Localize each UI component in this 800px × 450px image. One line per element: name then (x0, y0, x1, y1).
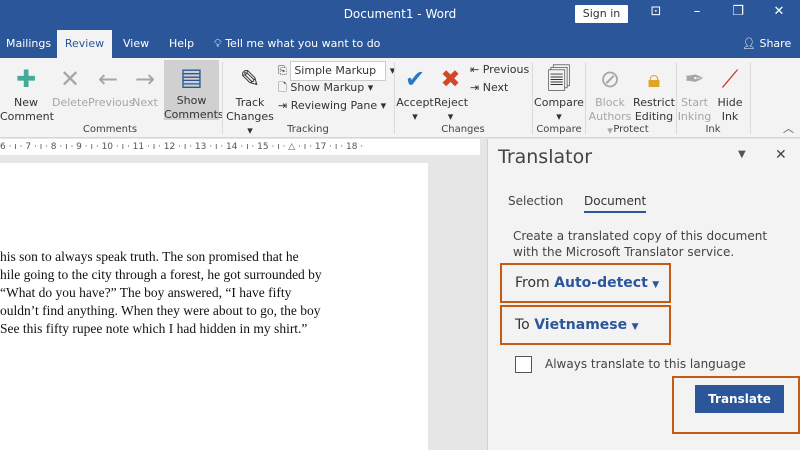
translator-pane: Translator ▼ ✕ Selection Document Create… (487, 139, 800, 450)
next-comment-button[interactable]: → Next (128, 62, 162, 110)
lightbulb-icon: 💡︎ (214, 37, 222, 50)
new-comment-button[interactable]: ✚ New Comment (0, 62, 54, 124)
always-translate-checkbox[interactable] (515, 356, 532, 373)
previous-comment-button[interactable]: ← Previous (88, 62, 135, 110)
group-label-protect: Protect (613, 124, 649, 135)
tell-me-search[interactable]: 💡︎ Tell me what you want to do (208, 30, 386, 58)
delete-icon: ✕ (59, 65, 81, 93)
show-comments-icon: ▤ (180, 63, 203, 91)
document-page[interactable]: his son to always speak truth. The son p… (0, 163, 428, 450)
collapse-ribbon-icon[interactable]: ︿ (783, 120, 794, 136)
arrow-right-icon: → (134, 65, 156, 93)
show-markup-button[interactable]: 🗋︎ Show Markup ▾ (278, 79, 373, 97)
divider (394, 62, 395, 134)
document-line: See this fifty rupee note which I had hi… (0, 321, 308, 336)
markup-select[interactable]: ⎘ Simple Markup ▾ (278, 61, 395, 81)
divider (585, 62, 586, 134)
always-translate-label: Always translate to this language (545, 357, 746, 371)
accept-check-icon: ✔ (404, 65, 426, 93)
tab-review[interactable]: Review (57, 30, 112, 58)
window-title: Document1 - Word (343, 7, 457, 21)
chevron-down-icon: ▼ (631, 322, 639, 332)
tab-document[interactable]: Document (584, 194, 647, 213)
hide-ink-button[interactable]: ⟋ Hide Ink (712, 62, 748, 124)
block-authors-icon: ⊘ (599, 65, 621, 93)
document-line: his son to always speak truth. The son p… (0, 249, 299, 264)
delete-comment-button[interactable]: ✕ Delete (52, 62, 88, 110)
document-line: hile going to the city through a forest,… (0, 267, 322, 282)
compare-button[interactable]: 🗐︎ Compare ▾ (533, 62, 585, 124)
title-bar: Document1 - Word Sign in ⊡ – ❐ ✕ Mailing… (0, 0, 800, 58)
translate-button[interactable]: Translate (695, 385, 784, 413)
group-label-changes: Changes (441, 124, 485, 135)
from-label: From (515, 275, 550, 291)
from-language-dropdown[interactable]: From Auto-detect ▼ (500, 263, 671, 303)
ribbon-display-options-icon[interactable]: ⊡ (646, 4, 666, 19)
pane-options-icon[interactable]: ▼ (738, 149, 746, 160)
previous-change-button[interactable]: ⇤ Previous (470, 61, 529, 79)
horizontal-ruler[interactable]: 6 · ı · 7 · ı · 8 · ı · 9 · ı · 10 · ı ·… (0, 139, 480, 155)
to-label: To (515, 317, 530, 333)
arrow-left-icon: ← (97, 65, 119, 93)
reviewing-pane-button[interactable]: ⇥ Reviewing Pane ▾ (278, 97, 386, 115)
group-label-comments: Comments (82, 124, 138, 135)
tab-selection[interactable]: Selection (508, 194, 563, 208)
to-language-dropdown[interactable]: To Vietnamese ▼ (500, 305, 671, 345)
compare-icon: 🗐︎ (547, 65, 571, 93)
divider (222, 62, 223, 134)
reject-x-icon: ✖ (440, 65, 461, 93)
close-window-icon[interactable]: ✕ (769, 4, 789, 19)
new-comment-icon: ✚ (15, 65, 37, 93)
group-label-tracking: Tracking (287, 124, 329, 135)
chevron-down-icon: ▼ (652, 280, 660, 290)
document-line: ouldn’t find anything. When they were ab… (0, 303, 321, 318)
group-label-compare: Compare (536, 124, 582, 135)
accept-button[interactable]: ✔ Accept ▾ (396, 62, 434, 124)
group-label-ink: Ink (705, 124, 721, 135)
show-comments-button[interactable]: ▤ Show Comments (164, 60, 224, 121)
share-button[interactable]: 👤︎ Share (736, 30, 797, 58)
reject-button[interactable]: ✖ Reject ▾ (434, 62, 468, 124)
divider (750, 62, 751, 134)
description: Create a translated copy of this documen… (513, 229, 768, 259)
hide-ink-icon: ⟋ (721, 65, 739, 93)
tab-mailings[interactable]: Mailings (0, 30, 57, 58)
track-changes-icon: ✎ (239, 65, 261, 93)
tab-view[interactable]: View (117, 30, 155, 58)
tab-help[interactable]: Help (163, 30, 200, 58)
to-value: Vietnamese (534, 317, 628, 333)
restrict-editing-button[interactable]: 🔒︎ Restrict Editing (633, 62, 675, 124)
pane-close-icon[interactable]: ✕ (775, 147, 787, 163)
next-change-button[interactable]: ⇥ Next (470, 79, 508, 97)
lock-icon: 🔒︎ (647, 65, 661, 93)
person-icon: 👤︎ (742, 37, 756, 50)
pane-title: Translator (498, 146, 593, 168)
markup-icon: ⎘ (278, 64, 287, 77)
restore-icon[interactable]: ❐ (728, 4, 748, 19)
start-inking-button[interactable]: ✒ Start Inking (677, 62, 712, 124)
tell-me-label: Tell me what you want to do (225, 37, 381, 50)
ribbon: ✚ New Comment ✕ Delete ← Previous → Next ▤ Sho… (0, 58, 800, 138)
minimize-icon[interactable]: – (687, 4, 707, 19)
sign-in-button[interactable]: Sign in (575, 5, 628, 23)
document-line: “What do you have?” The boy answered, “I… (0, 285, 292, 300)
pen-icon: ✒ (684, 65, 705, 93)
share-label: Share (759, 37, 792, 50)
from-value: Auto-detect (554, 275, 648, 291)
